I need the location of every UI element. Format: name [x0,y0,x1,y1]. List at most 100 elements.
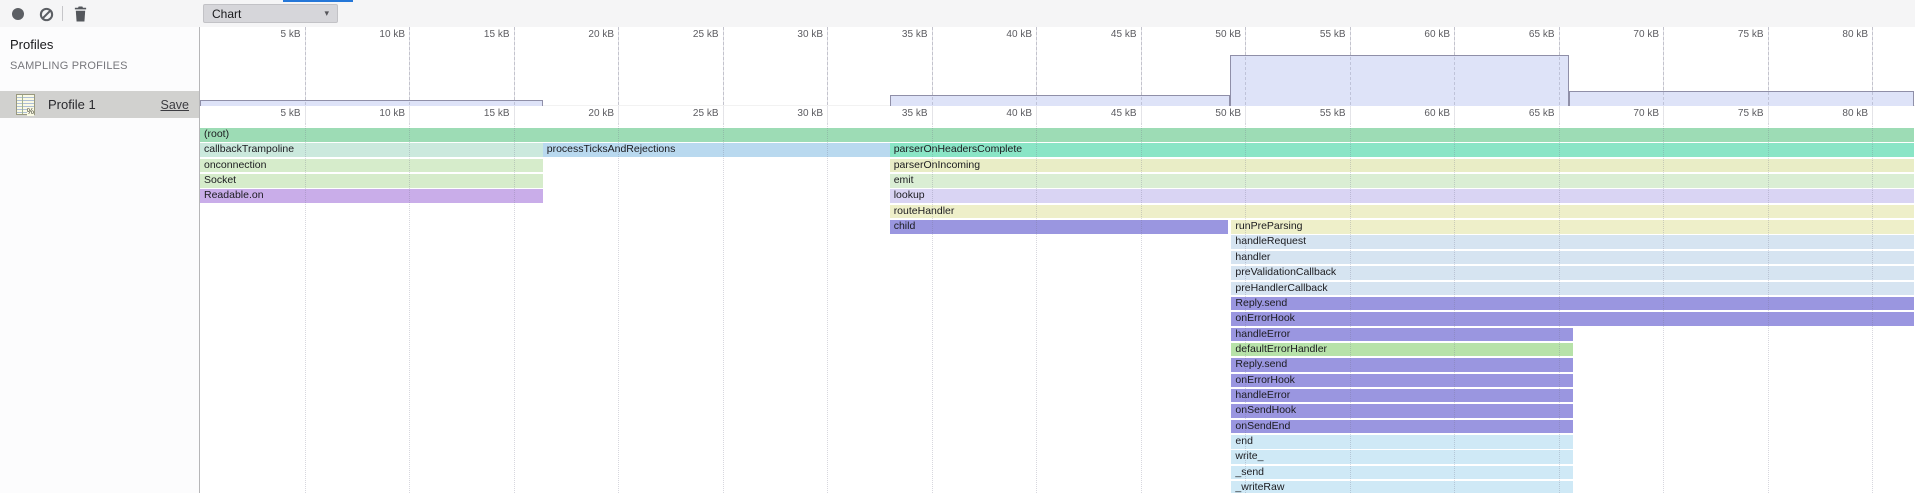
gridline-dotted [827,123,828,493]
flame-bar[interactable]: Reply.send [1231,358,1573,372]
flame-bar[interactable]: end [1231,435,1573,449]
view-mode-select[interactable]: Chart ▾ [203,4,338,23]
gridline [305,106,306,123]
flame-bar[interactable]: routeHandler [890,205,1914,219]
overview-tick-label: 45 kB [1069,29,1137,40]
flame-bar[interactable]: processTicksAndRejections [543,143,890,157]
flame-bar[interactable]: child [890,220,1229,234]
ruler-tick-label: 70 kB [1591,108,1659,119]
gridline-dashed [932,27,933,105]
sidebar-item-profile-1[interactable]: % Profile 1 Save [0,91,199,118]
save-profile-link[interactable]: Save [161,98,190,112]
ruler-tick-label: 80 kB [1800,108,1868,119]
sidebar-heading: Profiles [10,37,53,52]
gridline-dashed [409,27,410,105]
flame-bar[interactable]: defaultErrorHandler [1231,343,1573,357]
flame-bar[interactable]: lookup [890,189,1914,203]
gridline-dashed [1141,27,1142,105]
toolbar-separator [62,6,63,21]
gridline-dashed [305,27,306,105]
flame-bar[interactable]: _writeRaw [1231,481,1573,493]
clear-button[interactable] [37,5,55,23]
flame-bar[interactable]: onErrorHook [1231,312,1913,326]
flame-graph: (root)callbackTrampolineprocessTicksAndR… [200,123,1915,493]
flame-bar[interactable]: handleError [1231,328,1573,342]
overview-tick-label: 25 kB [651,29,719,40]
record-icon [11,7,25,21]
flame-bar[interactable]: callbackTrampoline [200,143,543,157]
gridline-dotted [514,123,515,493]
gridline-dotted [618,123,619,493]
gridline-dashed [1245,27,1246,105]
flame-bar[interactable]: parserOnIncoming [890,159,1914,173]
gridline [514,106,515,123]
overview-tick-label: 50 kB [1173,29,1241,40]
ruler-tick-label: 10 kB [337,108,405,119]
flame-bar[interactable]: onSendEnd [1231,420,1573,434]
flame-bar[interactable]: preHandlerCallback [1231,282,1913,296]
ruler-tick-label: 60 kB [1382,108,1450,119]
gridline-dotted [1454,123,1455,493]
chevron-down-icon: ▾ [324,8,329,19]
overview-tick-label: 65 kB [1487,29,1555,40]
memory-overview[interactable]: 5 kB10 kB15 kB20 kB25 kB30 kB35 kB40 kB4… [200,27,1915,106]
delete-profile-button[interactable] [71,5,89,23]
gridline-dashed [1454,27,1455,105]
gridline-dashed [1350,27,1351,105]
flame-bar[interactable]: parserOnHeadersComplete [890,143,1914,157]
overview-tick-label: 5 kB [233,29,301,40]
ruler-tick-label: 35 kB [860,108,928,119]
overview-tick-label: 40 kB [964,29,1032,40]
flame-bar[interactable]: handler [1231,251,1913,265]
ruler-tick-label: 20 kB [546,108,614,119]
gridline-dotted [1141,123,1142,493]
flame-bar[interactable]: emit [890,174,1914,188]
gridline [932,106,933,123]
ruler-tick-label: 65 kB [1487,108,1555,119]
flame-bar[interactable]: handleError [1231,389,1573,403]
overview-tick-label: 70 kB [1591,29,1659,40]
gridline [618,106,619,123]
flame-bar[interactable]: preValidationCallback [1231,266,1913,280]
flame-chart-ruler: 5 kB10 kB15 kB20 kB25 kB30 kB35 kB40 kB4… [200,106,1915,123]
ruler-tick-label: 45 kB [1069,108,1137,119]
toolbar: Chart ▾ [0,0,1915,28]
gridline [1036,106,1037,123]
view-mode-label: Chart [212,7,241,21]
gridline-dashed [514,27,515,105]
overview-tick-label: 10 kB [337,29,405,40]
gridline [409,106,410,123]
gridline [1141,106,1142,123]
trash-icon [73,6,88,22]
flame-bar[interactable]: Socket [200,174,543,188]
flame-bar[interactable]: (root) [200,128,1914,142]
overview-tick-label: 20 kB [546,29,614,40]
ruler-tick-label: 50 kB [1173,108,1241,119]
record-button[interactable] [9,5,27,23]
ruler-tick-label: 75 kB [1696,108,1764,119]
flame-bar[interactable]: handleRequest [1231,235,1913,249]
flame-bar[interactable]: _send [1231,466,1573,480]
gridline-dotted [1768,123,1769,493]
gridline [1454,106,1455,123]
gridline [1245,106,1246,123]
flame-bar[interactable]: runPreParsing [1231,220,1913,234]
gridline-dotted [1245,123,1246,493]
ruler-tick-label: 15 kB [442,108,510,119]
flame-bar[interactable]: Reply.send [1231,297,1913,311]
flame-bar[interactable]: write_ [1231,450,1573,464]
flame-bar[interactable]: onErrorHook [1231,374,1573,388]
overview-area-step [1569,91,1914,106]
gridline [1872,106,1873,123]
gridline-dotted [1559,123,1560,493]
flame-bar[interactable]: onSendHook [1231,404,1573,418]
gridline [1350,106,1351,123]
gridline-dashed [618,27,619,105]
ruler-tick-label: 55 kB [1278,108,1346,119]
ruler-tick-label: 5 kB [233,108,301,119]
flame-bar[interactable]: onconnection [200,159,543,173]
ruler-tick-label: 40 kB [964,108,1032,119]
flame-bar[interactable]: Readable.on [200,189,543,203]
gridline [1768,106,1769,123]
overview-tick-label: 35 kB [860,29,928,40]
